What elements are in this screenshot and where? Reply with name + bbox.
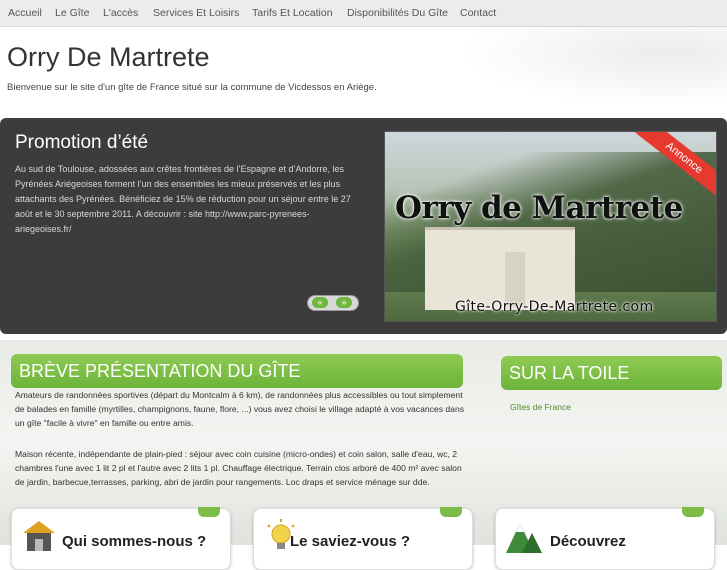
nav-item-acces[interactable]: L'accès (103, 7, 138, 19)
nav-item-contact[interactable]: Contact (460, 7, 496, 19)
header-decoration (427, 26, 727, 116)
presentation-paragraph-2: Maison récente, indépendante de plain-pi… (15, 449, 462, 488)
promo-title: Promotion d’été (15, 132, 149, 153)
slider-next-button[interactable]: » (336, 297, 352, 308)
promo-slider: Promotion d’été Au sud de Toulouse, ados… (0, 118, 727, 334)
slider-prev-button[interactable]: « (312, 297, 328, 308)
nav-item-services-loisirs[interactable]: Services Et Loisirs (153, 7, 239, 19)
card-tab (440, 507, 462, 517)
promo-image[interactable]: Orry de Martrete Gîte-Orry-De-Martrete.c… (384, 131, 717, 322)
nav-item-le-gite[interactable]: Le Gîte (55, 7, 89, 19)
nav-item-accueil[interactable]: Accueil (8, 7, 42, 19)
presentation-paragraph-1: Amateurs de randonnées sportives (départ… (15, 390, 465, 429)
gites-de-france-link[interactable]: Gîtes de France (510, 402, 571, 412)
card-tab (682, 507, 704, 517)
card-title: Découvrez (550, 533, 626, 550)
presentation-header: BRÈVE PRÉSENTATION DU GÎTE (11, 354, 463, 388)
image-overlay-url: Gîte-Orry-De-Martrete.com (455, 299, 654, 315)
site-subtitle: Bienvenue sur le site d'un gîte de Franc… (7, 82, 377, 93)
card-title: Le saviez-vous ? (290, 533, 411, 550)
top-navigation: Accueil Le Gîte L'accès Services Et Lois… (0, 0, 727, 27)
nav-item-tarifs-location[interactable]: Tarifs Et Location (252, 7, 333, 19)
slider-controls: « » (307, 295, 359, 311)
mountain-icon (506, 523, 542, 553)
card-decouvrez[interactable]: Découvrez (495, 507, 715, 570)
toile-header: SUR LA TOILE (501, 356, 722, 390)
house-icon (23, 521, 55, 551)
site-title: Orry De Martrete (7, 42, 210, 72)
house-illustration (425, 227, 575, 310)
card-qui-sommes-nous[interactable]: Qui sommes-nous ? (11, 507, 231, 570)
nav-item-disponibilites[interactable]: Disponibilités Du Gîte (347, 7, 448, 19)
image-overlay-title: Orry de Martrete (395, 190, 683, 226)
card-le-saviez-vous[interactable]: Le saviez-vous ? (253, 507, 473, 570)
promo-text: Au sud de Toulouse, adossées aux crêtes … (15, 164, 351, 234)
card-title: Qui sommes-nous ? (62, 533, 207, 550)
card-tab (198, 507, 220, 517)
